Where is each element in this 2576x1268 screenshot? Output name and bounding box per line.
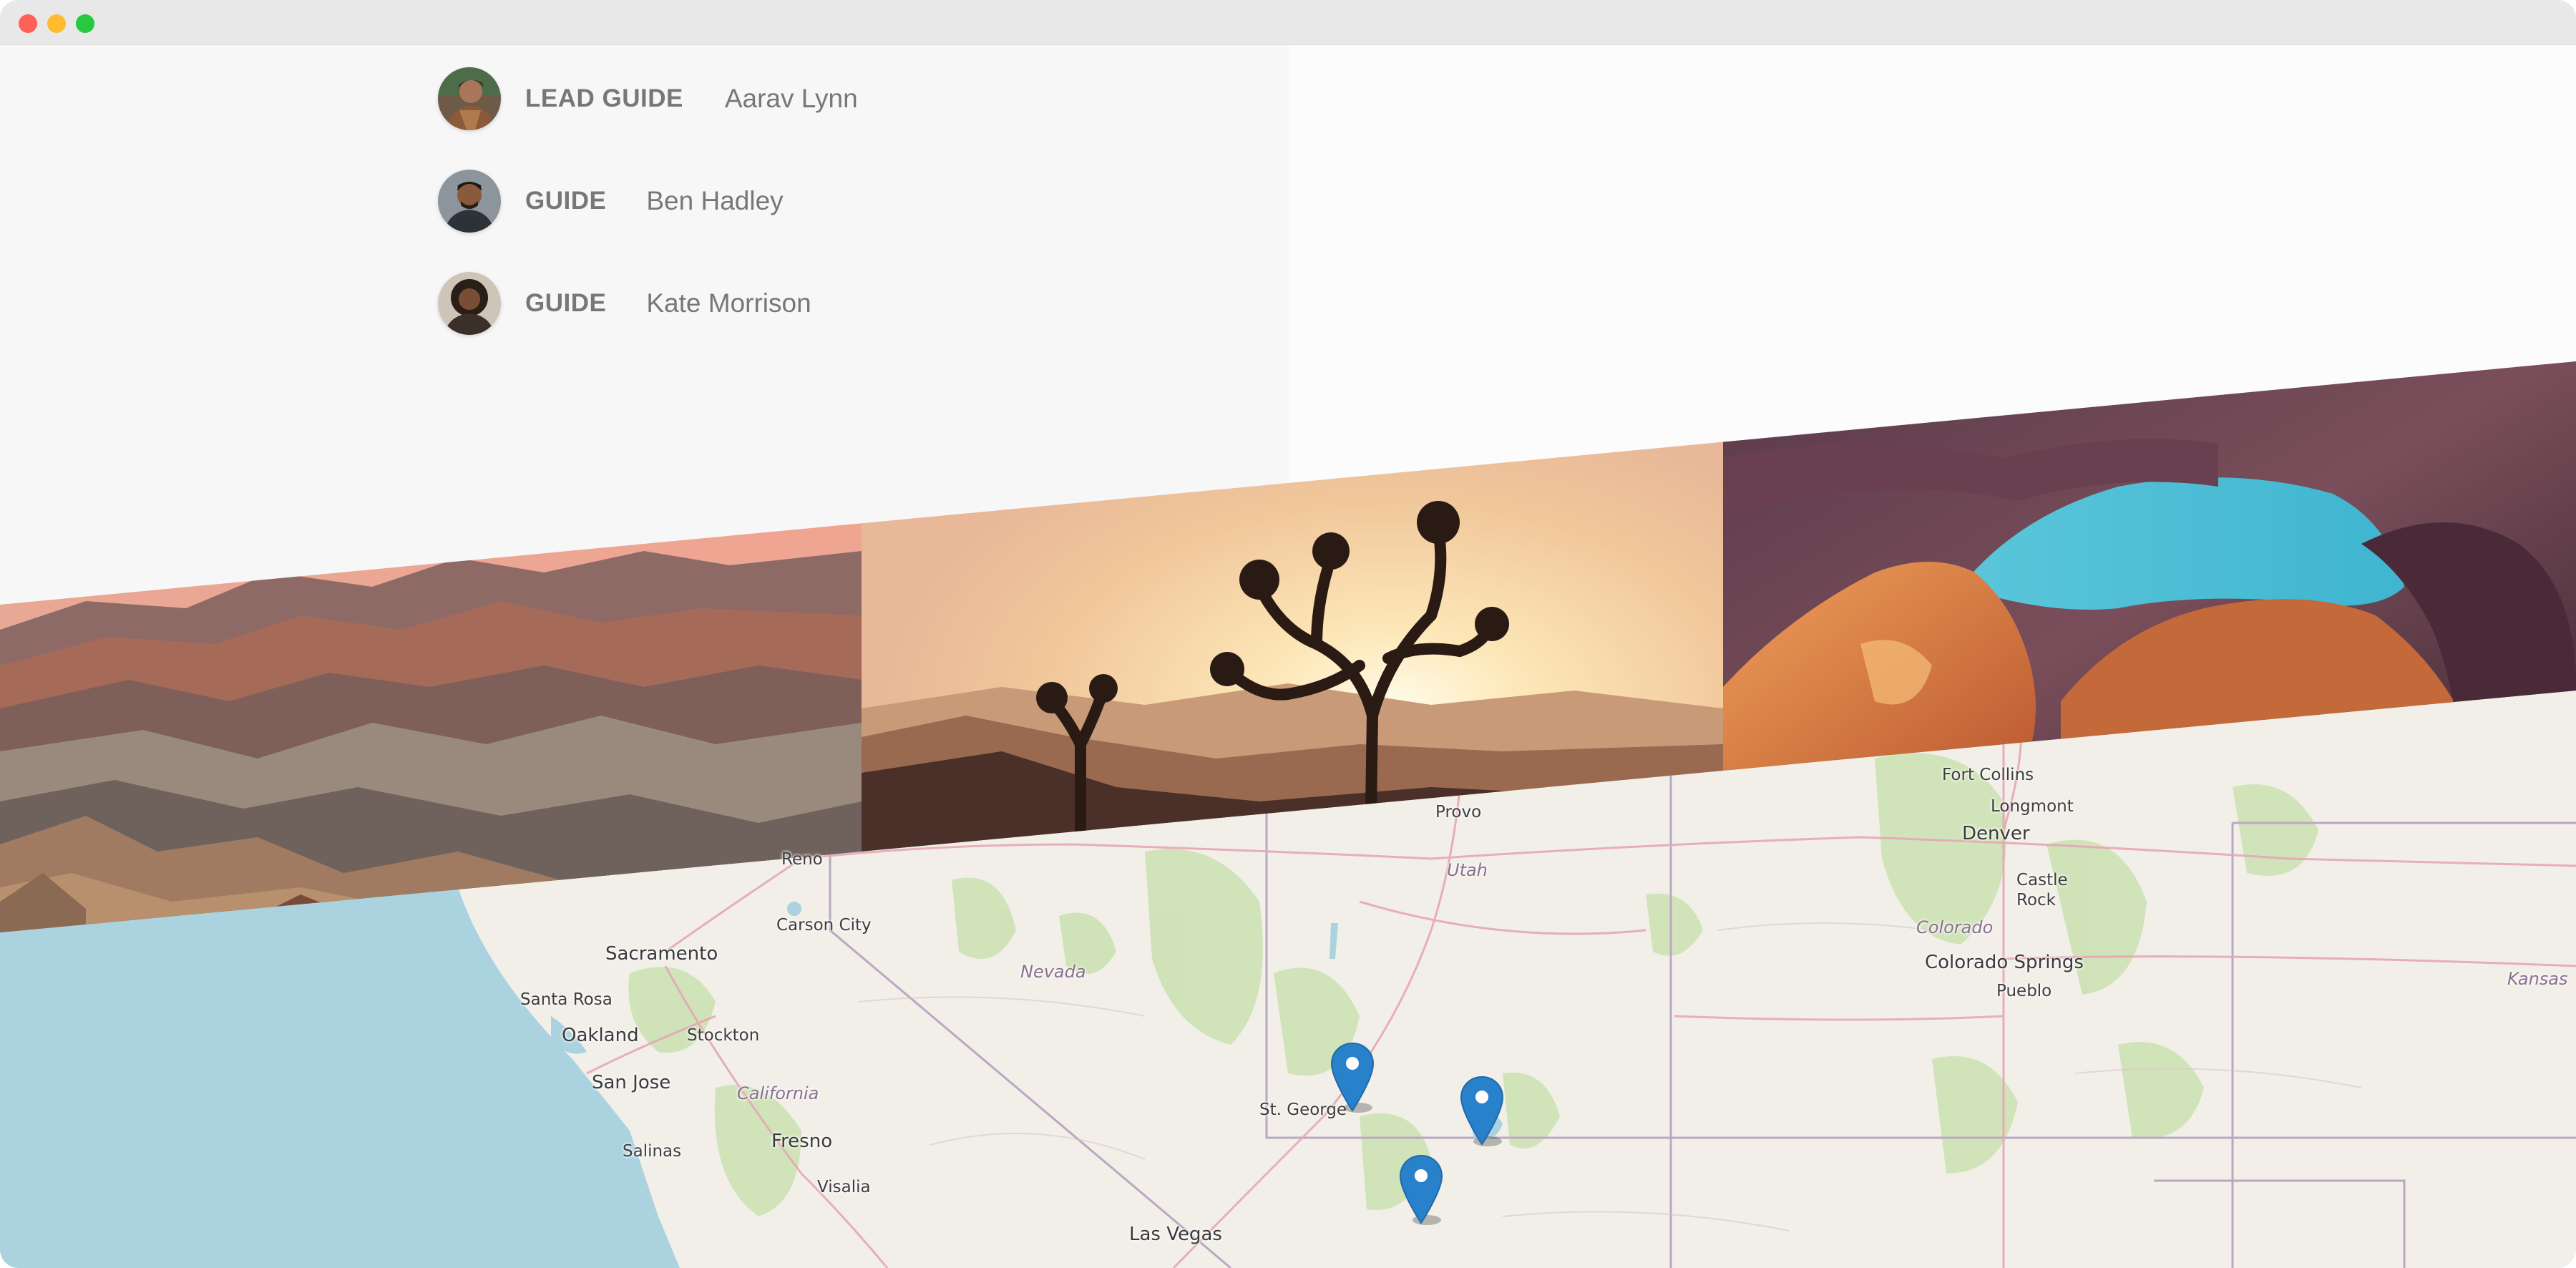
guide-role: LEAD GUIDE [525,84,683,112]
map-label-colorado: Colorado [1916,917,1994,937]
browser-window: LEAD GUIDE Aarav Lynn GUIDE Ben Hadley G… [0,0,2576,1268]
map-label-longmont: Longmont [1991,797,2074,816]
map-label-salinas: Salinas [623,1142,682,1161]
map-label-denver: Denver [1962,823,2030,844]
guide-item: GUIDE Kate Morrison [438,272,858,335]
map-label-fort-collins: Fort Collins [1942,766,2034,784]
map-pin-icon[interactable] [1398,1154,1444,1226]
map-label-pueblo: Pueblo [1996,982,2052,1000]
map-label-utah: Utah [1447,860,1488,880]
map-label-las-vegas: Las Vegas [1129,1224,1222,1245]
guide-name: Ben Hadley [646,186,784,215]
window-titlebar [0,0,2576,45]
minimize-window-button[interactable] [47,14,66,33]
map-label-reno: Reno [781,850,823,869]
map-label-visalia: Visalia [817,1178,871,1196]
guides-list: LEAD GUIDE Aarav Lynn GUIDE Ben Hadley G… [438,67,858,374]
map-label-san-jose: San Jose [592,1072,671,1093]
map-label-santa-rosa: Santa Rosa [520,990,613,1009]
map-label-colorado-springs: Colorado Springs [1925,952,2084,973]
guide-avatar [438,272,501,335]
map-label-nevada: Nevada [1020,962,1086,982]
guide-avatar [438,170,501,233]
guide-item: GUIDE Ben Hadley [438,170,858,233]
guide-name: Kate Morrison [646,288,811,318]
map-label-provo: Provo [1435,803,1482,821]
guide-name: Aarav Lynn [724,84,858,113]
guide-item: LEAD GUIDE Aarav Lynn [438,67,858,130]
map-label-stockton: Stockton [687,1026,760,1045]
map-label-carson-city: Carson City [776,916,872,935]
map-label-sacramento: Sacramento [605,943,718,965]
close-window-button[interactable] [19,14,37,33]
map-label-california: California [737,1083,819,1103]
map-label-fresno: Fresno [771,1131,833,1152]
maximize-window-button[interactable] [76,14,94,33]
guide-role: GUIDE [525,187,607,215]
map-pin-icon[interactable] [1459,1076,1505,1147]
guide-role: GUIDE [525,289,607,317]
map-pin-icon[interactable] [1330,1042,1375,1113]
map-label-oakland: Oakland [562,1025,639,1046]
guide-avatar [438,67,501,130]
map-label-castle-rock: Castle Rock [2016,871,2068,909]
map-label-kansas: Kansas [2507,969,2568,989]
